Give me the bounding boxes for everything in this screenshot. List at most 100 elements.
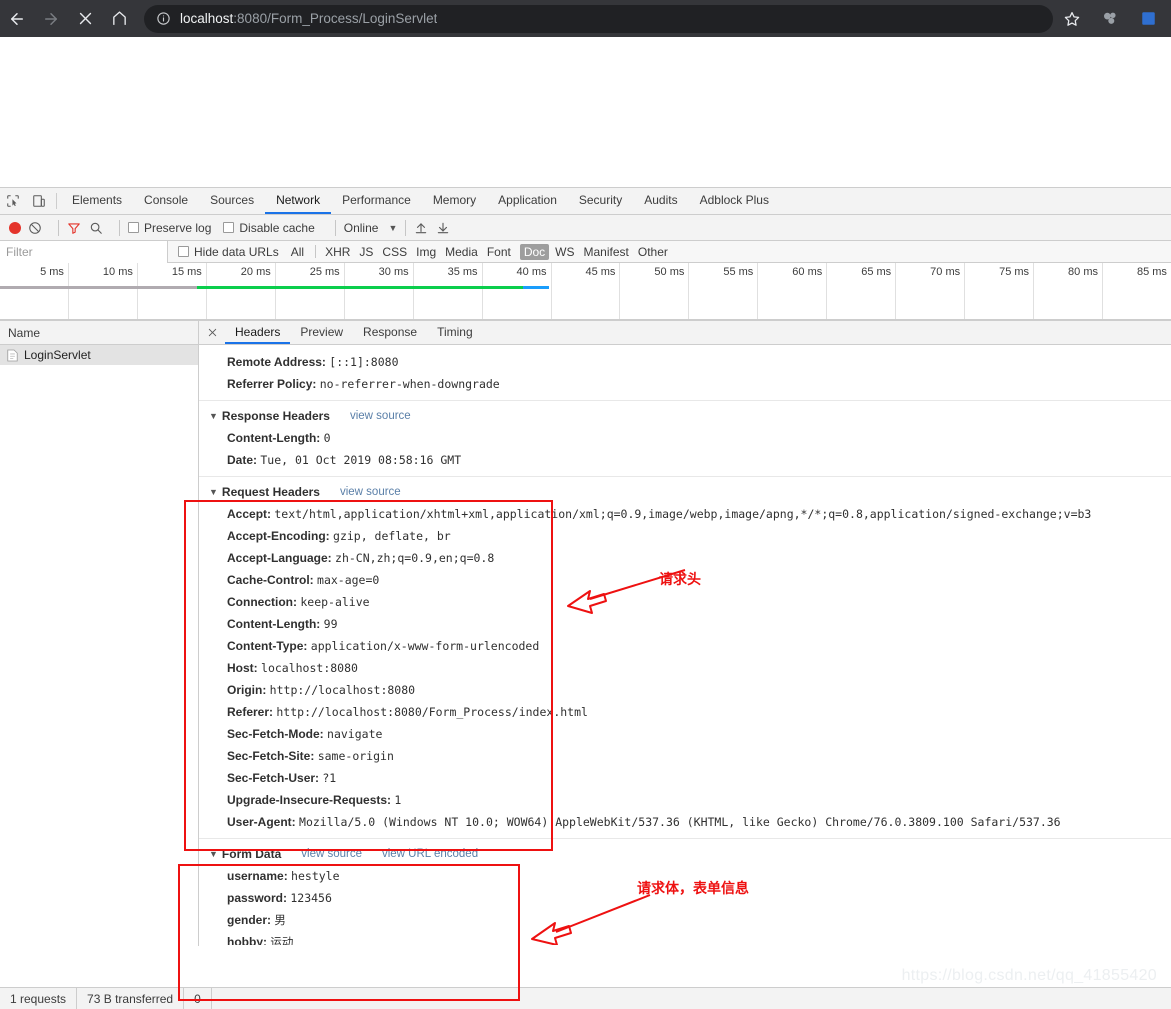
view-url-encoded-link[interactable]: view URL encoded — [382, 846, 478, 862]
star-outline-icon[interactable] — [1053, 2, 1091, 36]
stop-x-icon[interactable] — [68, 2, 102, 36]
tab-preview[interactable]: Preview — [290, 321, 353, 344]
tab-label: Console — [144, 193, 189, 207]
header-value: ?1 — [322, 771, 337, 785]
import-har-icon[interactable] — [414, 221, 428, 235]
section-divider — [199, 400, 1171, 401]
network-filter-bar: Filter Hide data URLs All XHR JS CSS Img… — [0, 240, 1171, 263]
record-button-icon[interactable] — [9, 221, 21, 234]
search-icon[interactable] — [89, 221, 103, 235]
tab-timing[interactable]: Timing — [427, 321, 483, 344]
header-row: Referrer Policy: no-referrer-when-downgr… — [199, 373, 1171, 395]
url-text: localhost:8080/Form_Process/LoginServlet — [180, 11, 437, 26]
header-row: Origin: http://localhost:8080 — [199, 679, 1171, 701]
clear-icon[interactable] — [28, 221, 42, 235]
tab-label: Elements — [72, 193, 123, 207]
tab-response[interactable]: Response — [353, 321, 427, 344]
tab-security[interactable]: Security — [568, 188, 633, 214]
header-value: 0 — [323, 431, 331, 445]
extension-secondary-icon[interactable] — [1129, 2, 1167, 36]
view-source-link[interactable]: view source — [350, 408, 411, 424]
form-data-section[interactable]: ▼ Form Data view source view URL encoded — [199, 843, 1171, 865]
filter-types: Hide data URLs All XHR JS CSS Img Media … — [168, 243, 677, 260]
extension-puzzle-icon[interactable] — [1091, 2, 1129, 36]
address-bar[interactable]: localhost:8080/Form_Process/LoginServlet — [144, 4, 1053, 33]
page-viewport — [0, 37, 1171, 187]
header-key: Sec-Fetch-Site: — [227, 749, 315, 763]
view-source-link[interactable]: view source — [340, 484, 401, 500]
tab-headers[interactable]: Headers — [225, 321, 291, 344]
device-toolbar-icon[interactable] — [26, 188, 52, 214]
filter-type-manifest[interactable]: Manifest — [584, 245, 629, 259]
triangle-down-icon[interactable]: ▼ — [209, 846, 218, 862]
hide-data-urls-checkbox[interactable]: Hide data URLs — [178, 245, 279, 259]
filter-type-ws[interactable]: WS — [555, 245, 574, 259]
requests-column-header[interactable]: Name — [0, 321, 198, 345]
preserve-log-label: Preserve log — [144, 220, 212, 235]
header-row: Content-Length: 0 — [199, 427, 1171, 449]
throttling-select[interactable]: Online ▼ — [344, 221, 398, 235]
hide-data-urls-label: Hide data URLs — [194, 244, 279, 259]
ruler-cell: 50 ms — [620, 263, 690, 320]
header-row: Accept-Encoding: gzip, deflate, br — [199, 525, 1171, 547]
tab-console[interactable]: Console — [133, 188, 199, 214]
section-divider — [199, 476, 1171, 477]
response-headers-section[interactable]: ▼ Response Headers view source — [199, 405, 1171, 427]
checkbox-box — [178, 246, 189, 257]
forward-arrow-icon[interactable] — [34, 2, 68, 36]
ruler-tick-label: 15 ms — [171, 266, 202, 278]
header-key: Accept: — [227, 507, 272, 521]
view-source-link[interactable]: view source — [301, 846, 362, 862]
header-row: User-Agent: Mozilla/5.0 (Windows NT 10.0… — [199, 811, 1171, 833]
filter-type-xhr[interactable]: XHR — [325, 245, 350, 259]
ruler-cell: 85 ms — [1103, 263, 1171, 320]
filter-type-all[interactable]: All — [291, 245, 304, 259]
tab-audits[interactable]: Audits — [633, 188, 688, 214]
browser-toolbar: localhost:8080/Form_Process/LoginServlet — [0, 0, 1171, 37]
header-key: Referer: — [227, 705, 274, 719]
chevron-down-icon[interactable]: ▼ — [388, 223, 397, 233]
tab-label: Network — [276, 193, 321, 207]
filter-type-media[interactable]: Media — [445, 245, 478, 259]
filter-type-css[interactable]: CSS — [382, 245, 407, 259]
header-value: no-referrer-when-downgrade — [319, 377, 500, 391]
funnel-icon[interactable] — [67, 221, 81, 235]
disable-cache-checkbox[interactable]: Disable cache — [223, 221, 315, 235]
tab-elements[interactable]: Elements — [61, 188, 133, 214]
tab-network[interactable]: Network — [265, 188, 332, 214]
table-row[interactable]: LoginServlet — [0, 345, 198, 365]
filter-type-js[interactable]: JS — [359, 245, 373, 259]
tab-sources[interactable]: Sources — [199, 188, 265, 214]
triangle-down-icon[interactable]: ▼ — [209, 484, 218, 500]
filter-type-img[interactable]: Img — [416, 245, 436, 259]
inspect-element-icon[interactable] — [0, 188, 26, 214]
ruler-cell: 60 ms — [758, 263, 828, 320]
tab-performance[interactable]: Performance — [331, 188, 422, 214]
ruler-cell: 80 ms — [1034, 263, 1103, 320]
ruler-tick-label: 55 ms — [723, 266, 754, 278]
filter-type-other[interactable]: Other — [638, 245, 668, 259]
request-headers-section[interactable]: ▼ Request Headers view source — [199, 481, 1171, 503]
preserve-log-checkbox[interactable]: Preserve log — [128, 221, 211, 235]
filter-input[interactable]: Filter — [0, 240, 168, 263]
filter-type-font[interactable]: Font — [487, 245, 511, 259]
overview-bands — [0, 286, 1171, 290]
triangle-down-icon[interactable]: ▼ — [209, 408, 218, 424]
export-har-icon[interactable] — [436, 221, 450, 235]
header-row: Sec-Fetch-Mode: navigate — [199, 723, 1171, 745]
toolbar-divider — [56, 193, 57, 209]
ruler-cell: 75 ms — [965, 263, 1035, 320]
close-icon[interactable] — [199, 321, 225, 344]
tab-memory[interactable]: Memory — [422, 188, 487, 214]
back-arrow-icon[interactable] — [0, 2, 34, 36]
filter-type-doc[interactable]: Doc — [519, 243, 550, 260]
ruler-cell: 35 ms — [414, 263, 483, 320]
home-icon[interactable] — [102, 2, 136, 36]
tab-adblock-plus[interactable]: Adblock Plus — [689, 188, 780, 214]
network-overview[interactable]: 5 ms 10 ms 15 ms 20 ms 25 ms 30 ms 35 ms… — [0, 263, 1171, 321]
request-name: LoginServlet — [24, 348, 91, 362]
tab-application[interactable]: Application — [487, 188, 568, 214]
info-circle-icon[interactable] — [156, 11, 171, 26]
checkbox-box — [223, 222, 235, 233]
ruler-cell: 20 ms — [207, 263, 276, 320]
